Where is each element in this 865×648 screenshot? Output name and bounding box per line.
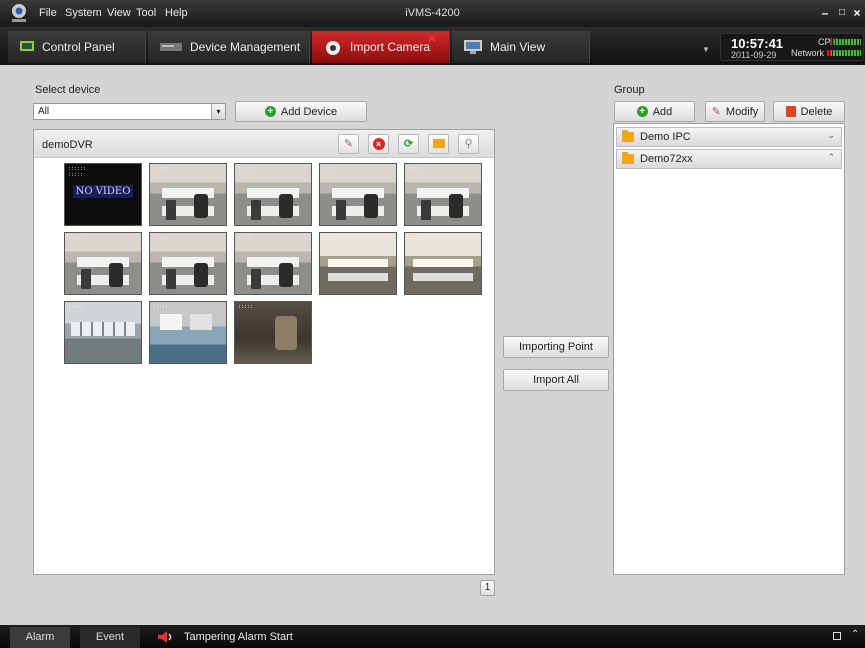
timestamp-overlay: ::::: [408, 235, 424, 241]
chevron-up-icon[interactable]: ⌃ [827, 152, 835, 163]
group-item-demo-ipc[interactable]: Demo IPC ⌄ [616, 127, 842, 147]
plus-icon: + [636, 106, 648, 117]
tab-main-view[interactable]: Main View [452, 31, 590, 63]
maximize-button[interactable]: □ [836, 6, 848, 20]
clock-date: 2011-09-29 [731, 50, 777, 60]
group-label: Group [614, 84, 645, 96]
folder-icon [622, 152, 634, 164]
trash-icon [785, 106, 796, 117]
add-label: Add [652, 105, 673, 118]
alarm-tab[interactable]: Alarm [10, 627, 70, 648]
network-label: Network [791, 48, 825, 58]
device-select-value: All [38, 106, 50, 117]
tab-control-panel[interactable]: Control Panel [8, 31, 146, 63]
select-device-label: Select device [35, 84, 101, 96]
camera-thumbnail-1[interactable]: ::::::::::: NO VIDEO [64, 163, 142, 226]
modify-group-button[interactable]: ✎ Modify [705, 101, 765, 122]
camera-thumbnail-13[interactable]: ::::: [234, 301, 312, 364]
close-button[interactable]: × [851, 6, 863, 20]
importing-point-button[interactable]: Importing Point [503, 336, 609, 358]
expand-up-icon[interactable]: ⌃ [851, 629, 859, 640]
plus-icon: + [264, 106, 276, 117]
camera-thumbnail-12[interactable]: ::::: [149, 301, 227, 364]
camera-thumbnail-10[interactable]: ::::: [404, 232, 482, 295]
modify-label: Modify [725, 105, 759, 118]
timestamp-overlay: ::::: [238, 304, 254, 310]
tab-label: Import Camera [350, 40, 431, 54]
chevron-down-icon: ▾ [211, 104, 225, 119]
group-name: Demo IPC [640, 131, 691, 143]
camera-thumbnail-5[interactable]: ::::: [404, 163, 482, 226]
import-all-button[interactable]: Import All [503, 369, 609, 391]
monitor-icon [464, 40, 482, 54]
tab-label: Device Management [190, 40, 301, 54]
camera-thumbnail-6[interactable]: ::::: [64, 232, 142, 295]
camera-thumbnail-7[interactable]: ::::: [149, 232, 227, 295]
timestamp-overlay: ::::: [153, 235, 169, 241]
edit-icon[interactable]: ✎ [338, 134, 359, 154]
timestamp-overlay: ::::: [68, 304, 84, 310]
clock-time: 10:57:41 [731, 36, 784, 51]
delete-label: Delete [800, 105, 833, 118]
timestamp-overlay: ::::: [238, 235, 254, 241]
add-device-label: Add Device [280, 105, 338, 118]
page-number-button[interactable]: 1 [480, 580, 495, 596]
camera-thumbnail-4[interactable]: ::::: [319, 163, 397, 226]
status-bar: Alarm Event Tampering Alarm Start ⌃ [0, 625, 865, 648]
tab-overflow-icon[interactable]: ▼ [700, 40, 712, 60]
tab-label: Control Panel [42, 40, 115, 54]
timestamp-overlay: ::::: [68, 235, 84, 241]
status-message: Tampering Alarm Start [184, 631, 293, 643]
settings-wrench-icon[interactable]: ⚲ [458, 134, 479, 154]
timestamp-overlay: ::::: [153, 304, 169, 310]
dvr-icon [160, 43, 182, 51]
folder-icon[interactable] [428, 134, 449, 154]
tab-device-management[interactable]: Device Management [148, 31, 310, 63]
camera-thumbnail-3[interactable]: ::::: [234, 163, 312, 226]
timestamp-overlay: ::::::::::: [68, 166, 87, 178]
chevron-down-icon[interactable]: ⌄ [827, 130, 835, 141]
minimize-button[interactable]: – [819, 6, 831, 20]
group-panel: Demo IPC ⌄ Demo72xx ⌃ [613, 123, 845, 575]
clock-panel: 10:57:41 2011-09-29 CPU Network [720, 33, 864, 61]
delete-group-button[interactable]: Delete [773, 101, 845, 122]
timestamp-overlay: ::::: [238, 166, 254, 172]
speaker-icon [158, 631, 172, 643]
network-meter [827, 50, 861, 56]
restore-icon[interactable] [833, 632, 841, 640]
timestamp-overlay: ::::: [323, 235, 339, 241]
app-title: iVMS-4200 [405, 7, 460, 19]
device-name: demoDVR [42, 139, 93, 151]
event-tab[interactable]: Event [80, 627, 140, 648]
camera-thumbnail-8[interactable]: ::::: [234, 232, 312, 295]
group-item-demo72xx[interactable]: Demo72xx ⌃ [616, 149, 842, 169]
group-name: Demo72xx [640, 153, 693, 165]
menu-bar: File System View Tool Help iVMS-4200 – □… [0, 0, 865, 27]
device-panel: demoDVR ✎ × ⟳ ⚲ ::::::::::: NO VIDEO :::… [33, 129, 495, 575]
refresh-icon[interactable]: ⟳ [398, 134, 419, 154]
add-group-button[interactable]: + Add [614, 101, 695, 122]
timestamp-overlay: ::::: [153, 166, 169, 172]
camera-icon [326, 41, 340, 55]
folder-icon [622, 130, 634, 142]
camera-thumbnail-2[interactable]: ::::: [149, 163, 227, 226]
add-device-button[interactable]: + Add Device [235, 101, 367, 122]
remove-icon[interactable]: × [368, 134, 389, 154]
control-panel-icon [20, 41, 34, 51]
tab-label: Main View [490, 40, 546, 54]
device-select[interactable]: All ▾ [33, 103, 226, 120]
edit-icon: ✎ [711, 106, 721, 118]
device-header[interactable]: demoDVR ✎ × ⟳ ⚲ [34, 130, 494, 158]
timestamp-overlay: ::::: [323, 166, 339, 172]
timestamp-overlay: ::::: [408, 166, 424, 172]
cpu-meter [830, 39, 861, 45]
no-video-label: NO VIDEO [72, 185, 134, 198]
camera-thumbnail-9[interactable]: ::::: [319, 232, 397, 295]
close-tab-icon[interactable]: × [428, 30, 436, 46]
camera-thumbnail-11[interactable]: ::::: [64, 301, 142, 364]
